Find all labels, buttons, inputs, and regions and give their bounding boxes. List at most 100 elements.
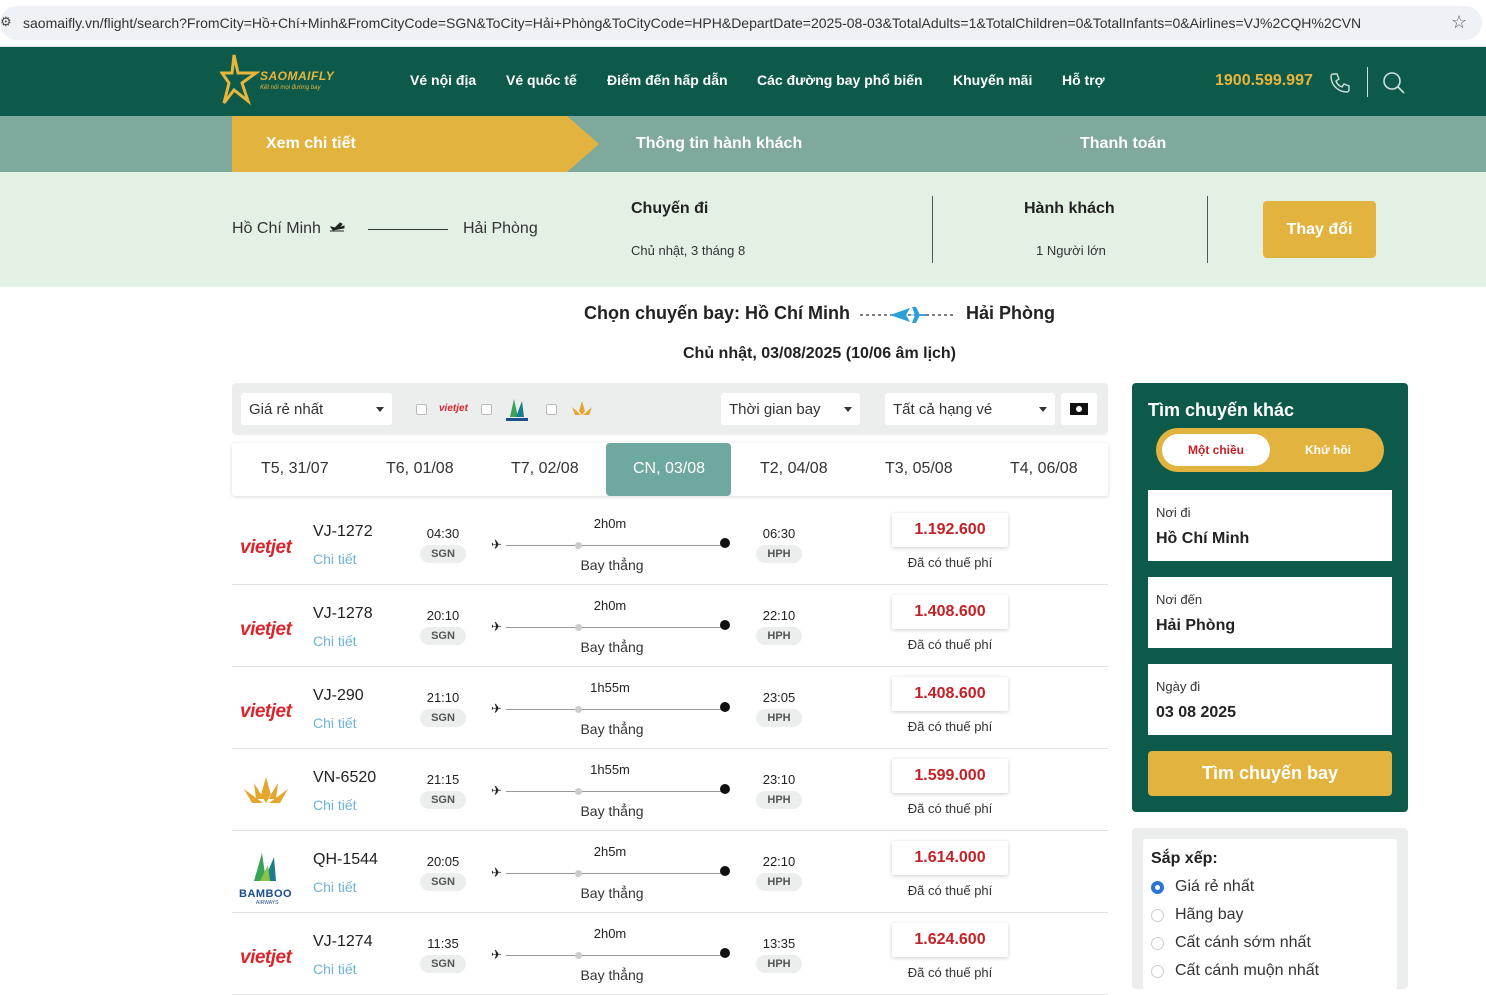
flight-row[interactable]: vietjet VJ-1278 Chi tiết 20:10 SGN ✈ 2h0m Bay t… <box>232 587 1108 667</box>
route-line <box>368 229 448 230</box>
flight-duration: 2h0m <box>593 598 627 613</box>
bamboo-wordmark: BAMBOO <box>239 888 293 900</box>
flight-duration: 1h55m <box>590 680 630 695</box>
flight-detail-link[interactable]: Chi tiết <box>313 715 357 731</box>
flight-detail-link[interactable]: Chi tiết <box>313 961 357 977</box>
flight-track <box>506 545 724 546</box>
price-display-button[interactable] <box>1061 393 1097 425</box>
nav-popular-routes[interactable]: Các đường bay phổ biến <box>757 72 923 88</box>
departure-code: SGN <box>420 627 466 645</box>
header-divider <box>1367 67 1368 97</box>
date-tab-selected[interactable]: CN, 03/08 <box>633 460 705 478</box>
plane-route-icon <box>860 307 956 323</box>
price-button[interactable]: 1.624.600 <box>892 923 1008 957</box>
sort-option-label[interactable]: Giá rẻ nhất <box>1175 878 1254 896</box>
nav-support[interactable]: Hỗ trợ <box>1062 72 1105 88</box>
plane-icon: ✈ <box>491 783 502 798</box>
nav-international[interactable]: Vé quốc tế <box>506 72 577 88</box>
filter-bar: Giá rẻ nhất vietjet Thời gian bay Tất cả… <box>232 383 1108 435</box>
tax-included-note: Đã có thuế phí <box>907 555 993 570</box>
destination-label: Nơi đến <box>1156 592 1203 607</box>
route-title: Chọn chuyến bay: Hồ Chí Minh <box>584 303 850 323</box>
vietjet-checkbox[interactable] <box>416 404 427 415</box>
price-button[interactable]: 1.408.600 <box>892 677 1008 711</box>
vietnam-airlines-filter-logo <box>572 401 592 415</box>
step-arrow <box>567 116 599 172</box>
destination-pin-icon <box>720 866 730 876</box>
nav-domestic[interactable]: Vé nội địa <box>410 72 476 88</box>
departure-code: SGN <box>420 545 466 563</box>
roundtrip-option[interactable]: Khứ hồi <box>1280 434 1376 466</box>
bamboo-checkbox[interactable] <box>481 404 492 415</box>
flight-detail-link[interactable]: Chi tiết <box>313 879 357 895</box>
flight-time-select-value: Thời gian bay <box>729 401 821 418</box>
departure-time: 04:30 <box>426 526 460 541</box>
change-search-button[interactable]: Thay đổi <box>1263 201 1376 258</box>
nav-destinations[interactable]: Điểm đến hấp dẫn <box>607 72 728 88</box>
flight-row[interactable]: vietjet VJ-290 Chi tiết 21:10 SGN ✈ 1h55m Bay t… <box>232 669 1108 749</box>
date-tab[interactable]: T7, 02/08 <box>511 460 579 478</box>
sort-radio[interactable] <box>1151 881 1164 894</box>
arrival-time: 13:35 <box>762 936 796 951</box>
flight-row[interactable]: VN-6520 Chi tiết 21:15 SGN ✈ 1h55m Bay thẳng 23… <box>232 751 1108 831</box>
flight-time-select[interactable]: Thời gian bay <box>721 393 860 425</box>
flight-row[interactable]: BAMBOO AIRWAYS QH-1544 Chi tiết 20:05 SGN ✈ 2h5… <box>232 833 1108 913</box>
sort-radio[interactable] <box>1151 937 1164 950</box>
saomaifly-logo[interactable]: SAOMAIFLY Kết nối mọi đường bay <box>219 53 340 109</box>
url-text[interactable]: saomaifly.vn/flight/search?FromCity=Hồ+C… <box>23 15 1361 31</box>
price-button[interactable]: 1.599.000 <box>892 759 1008 793</box>
airline-logo: vietjet <box>238 937 294 977</box>
sort-select-value: Giá rẻ nhất <box>249 401 324 418</box>
bookmark-star-icon[interactable]: ☆ <box>1451 12 1467 33</box>
flight-row[interactable]: vietjet VJ-1272 Chi tiết 04:30 SGN ✈ 2h0m Bay t… <box>232 505 1108 585</box>
price-button[interactable]: 1.192.600 <box>892 513 1008 547</box>
track-midpoint <box>575 624 582 631</box>
sort-radio[interactable] <box>1151 965 1164 978</box>
price-button[interactable]: 1.408.600 <box>892 595 1008 629</box>
destination-pin-icon <box>720 948 730 958</box>
plane-takeoff-icon <box>329 222 345 232</box>
flight-detail-link[interactable]: Chi tiết <box>313 551 357 567</box>
sort-option-label[interactable]: Hãng bay <box>1175 906 1244 924</box>
flight-track <box>506 955 724 956</box>
sort-option-label[interactable]: Cất cánh muộn nhất <box>1175 962 1319 980</box>
vietnam-airlines-logo <box>244 777 288 803</box>
sort-option-label[interactable]: Cất cánh sớm nhất <box>1175 934 1311 952</box>
date-tab[interactable]: T4, 06/08 <box>1010 460 1078 478</box>
ticket-class-select[interactable]: Tất cả hạng vé <box>885 393 1055 425</box>
date-tab[interactable]: T6, 01/08 <box>386 460 454 478</box>
hotline-number[interactable]: 1900.599.997 <box>1215 72 1313 90</box>
price-button[interactable]: 1.614.000 <box>892 841 1008 875</box>
search-icon[interactable] <box>1382 71 1406 95</box>
trip-type-toggle: Một chiều Khứ hồi <box>1156 428 1384 472</box>
sort-select[interactable]: Giá rẻ nhất <box>241 393 392 425</box>
step-payment: Thanh toán <box>1080 135 1167 152</box>
flight-track <box>506 709 724 710</box>
arrival-code: HPH <box>756 627 802 645</box>
plane-icon: ✈ <box>491 619 502 634</box>
destination-field[interactable]: Nơi đến Hải Phòng <box>1148 577 1392 648</box>
nav-promotions[interactable]: Khuyến mãi <box>953 72 1032 88</box>
flight-number: VJ-1272 <box>313 523 373 540</box>
site-info-icon[interactable]: ⚙ <box>0 14 12 30</box>
departure-code: SGN <box>420 709 466 727</box>
depart-date-label: Ngày đi <box>1156 679 1201 694</box>
flight-row[interactable]: vietjet VJ-1274 Chi tiết 11:35 SGN ✈ 2h0m Bay t… <box>232 915 1108 995</box>
search-other-panel: Tìm chuyến khác Một chiều Khứ hồi Nơi đi… <box>1132 383 1408 812</box>
flight-type: Bay thẳng <box>580 967 644 983</box>
depart-date-field[interactable]: Ngày đi 03 08 2025 <box>1148 664 1392 735</box>
vietnam-airlines-checkbox[interactable] <box>546 404 557 415</box>
flight-detail-link[interactable]: Chi tiết <box>313 633 357 649</box>
sort-radio[interactable] <box>1151 909 1164 922</box>
flight-detail-link[interactable]: Chi tiết <box>313 797 357 813</box>
flight-type: Bay thẳng <box>580 639 644 655</box>
oneway-option[interactable]: Một chiều <box>1162 434 1270 466</box>
date-tab[interactable]: T3, 05/08 <box>885 460 953 478</box>
date-tab[interactable]: T5, 31/07 <box>261 460 329 478</box>
departure-time: 21:10 <box>426 690 460 705</box>
vietjet-filter-logo: vietjet <box>439 403 468 414</box>
date-tab[interactable]: T2, 04/08 <box>760 460 828 478</box>
search-flights-button[interactable]: Tìm chuyến bay <box>1148 751 1392 796</box>
origin-field[interactable]: Nơi đi Hồ Chí Minh <box>1148 490 1392 561</box>
phone-icon[interactable] <box>1328 71 1352 95</box>
